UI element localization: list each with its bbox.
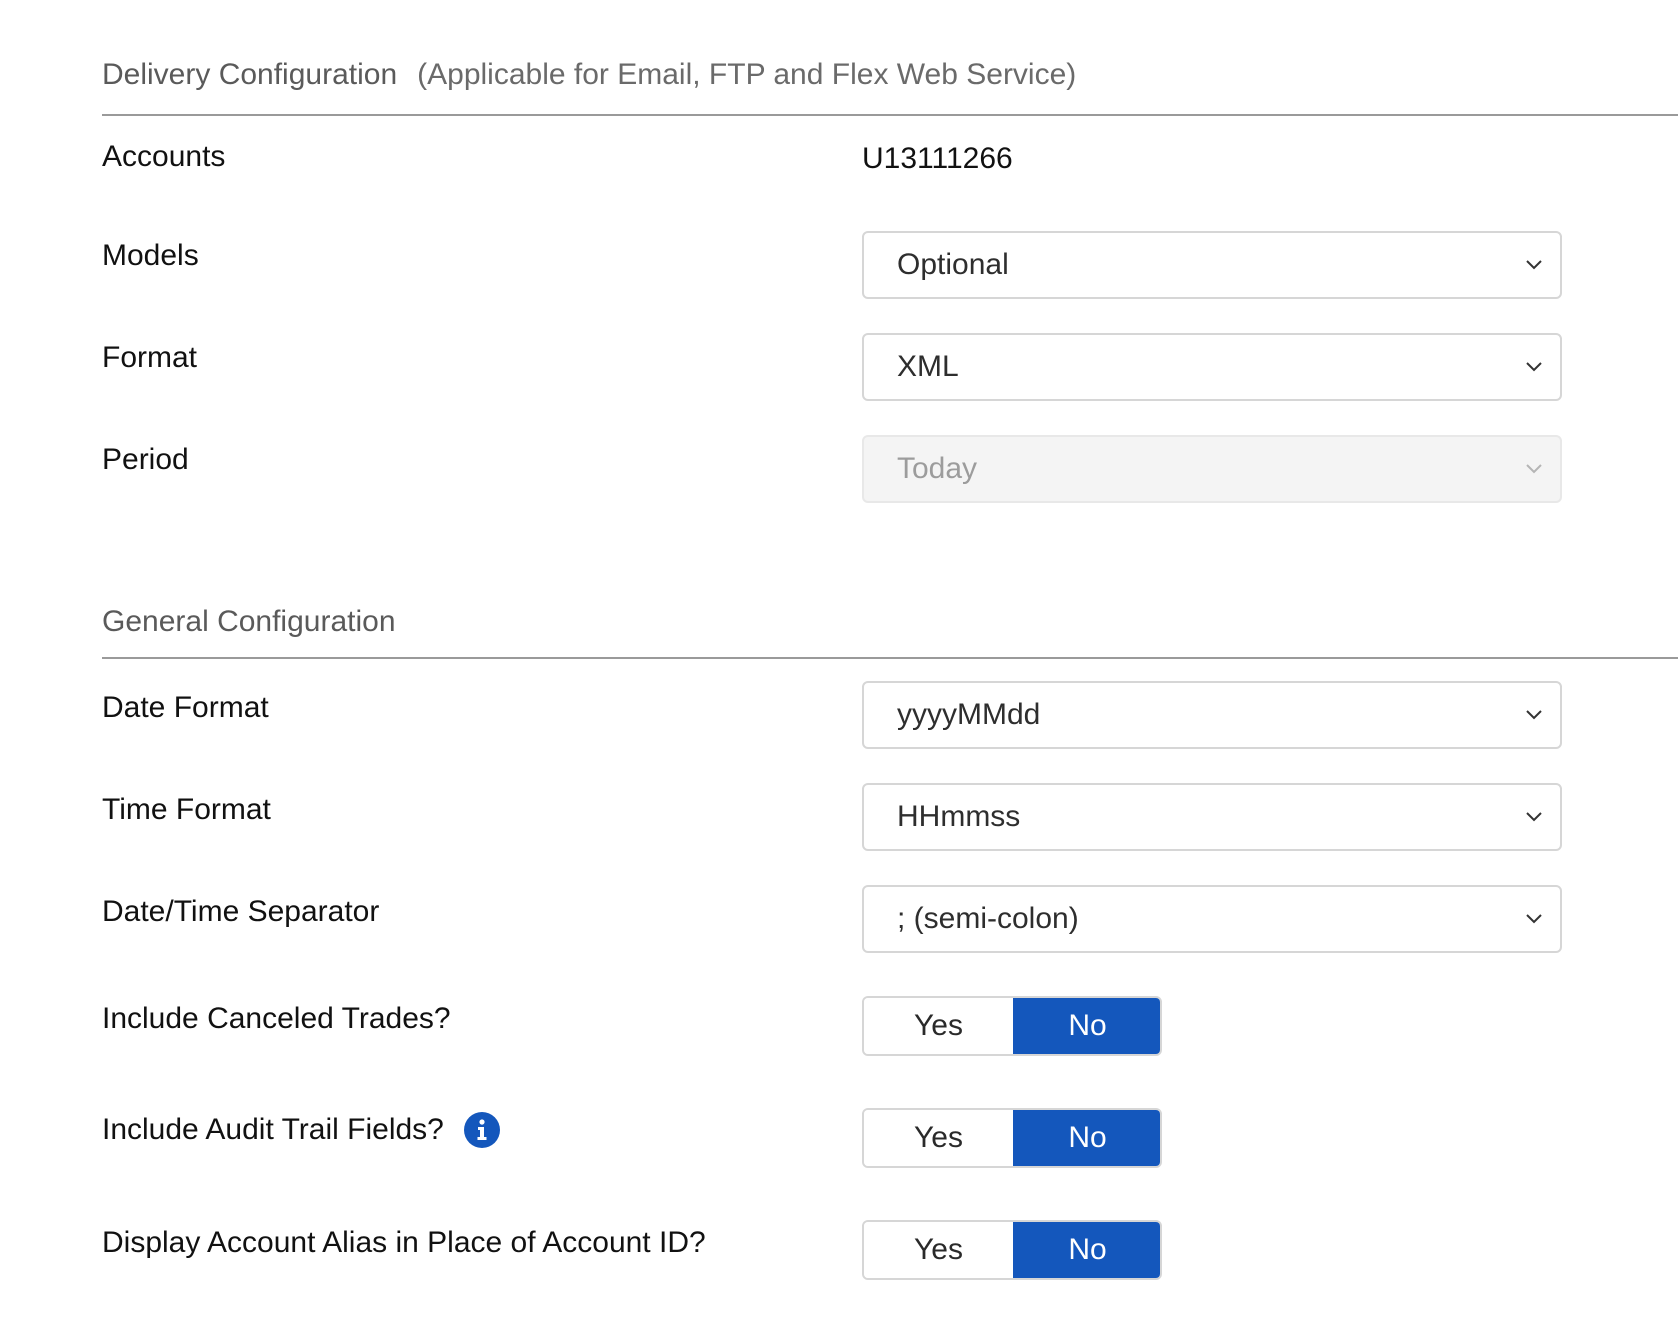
chevron-down-icon xyxy=(1526,260,1542,270)
include-canceled-trades-yes-button[interactable]: Yes xyxy=(864,998,1013,1054)
time-format-select-value: HHmmss xyxy=(897,800,1021,833)
include-canceled-trades-no-button[interactable]: No xyxy=(1013,998,1160,1054)
date-time-separator-select[interactable]: ; (semi-colon) xyxy=(862,885,1562,953)
delivery-section-heading: Delivery Configuration xyxy=(102,58,398,91)
display-account-alias-yes-button[interactable]: Yes xyxy=(864,1222,1013,1278)
include-audit-trail-no-button[interactable]: No xyxy=(1013,1110,1160,1166)
date-format-select[interactable]: yyyyMMdd xyxy=(862,681,1562,749)
time-format-select[interactable]: HHmmss xyxy=(862,783,1562,851)
chevron-down-icon xyxy=(1526,710,1542,720)
accounts-value: U13111266 xyxy=(862,142,1013,175)
chevron-down-icon xyxy=(1526,914,1542,924)
delivery-section-title: Delivery Configuration (Applicable for Em… xyxy=(102,58,1076,92)
date-format-select-value: yyyyMMdd xyxy=(897,698,1041,731)
period-label: Period xyxy=(102,443,189,476)
chevron-down-icon xyxy=(1526,362,1542,372)
models-select-value: Optional xyxy=(897,248,1009,281)
chevron-down-icon xyxy=(1526,464,1542,474)
format-select[interactable]: XML xyxy=(862,333,1562,401)
models-select[interactable]: Optional xyxy=(862,231,1562,299)
chevron-down-icon xyxy=(1526,812,1542,822)
include-audit-trail-label: Include Audit Trail Fields? xyxy=(102,1113,444,1146)
period-select: Today xyxy=(862,435,1562,503)
date-time-separator-select-value: ; (semi-colon) xyxy=(897,902,1079,935)
delivery-section-subtitle: (Applicable for Email, FTP and Flex Web … xyxy=(417,58,1077,91)
format-label: Format xyxy=(102,341,198,374)
delivery-section-divider xyxy=(102,114,1678,116)
period-select-value: Today xyxy=(897,452,978,485)
general-section-title: General Configuration xyxy=(102,605,396,638)
time-format-label: Time Format xyxy=(102,793,271,826)
general-section-divider xyxy=(102,657,1678,659)
display-account-alias-no-button[interactable]: No xyxy=(1013,1222,1160,1278)
models-label: Models xyxy=(102,239,199,272)
include-canceled-trades-label: Include Canceled Trades? xyxy=(102,1002,451,1035)
include-audit-trail-label-row: Include Audit Trail Fields? xyxy=(102,1112,500,1148)
include-audit-trail-yes-button[interactable]: Yes xyxy=(864,1110,1013,1166)
include-canceled-trades-toggle[interactable]: Yes No xyxy=(862,996,1162,1056)
date-format-label: Date Format xyxy=(102,691,269,724)
format-select-value: XML xyxy=(897,350,959,383)
accounts-label: Accounts xyxy=(102,140,226,173)
include-audit-trail-toggle[interactable]: Yes No xyxy=(862,1108,1162,1168)
date-time-separator-label: Date/Time Separator xyxy=(102,895,380,928)
display-account-alias-label: Display Account Alias in Place of Accoun… xyxy=(102,1226,706,1259)
display-account-alias-toggle[interactable]: Yes No xyxy=(862,1220,1162,1280)
info-circle-icon[interactable] xyxy=(463,1112,500,1148)
